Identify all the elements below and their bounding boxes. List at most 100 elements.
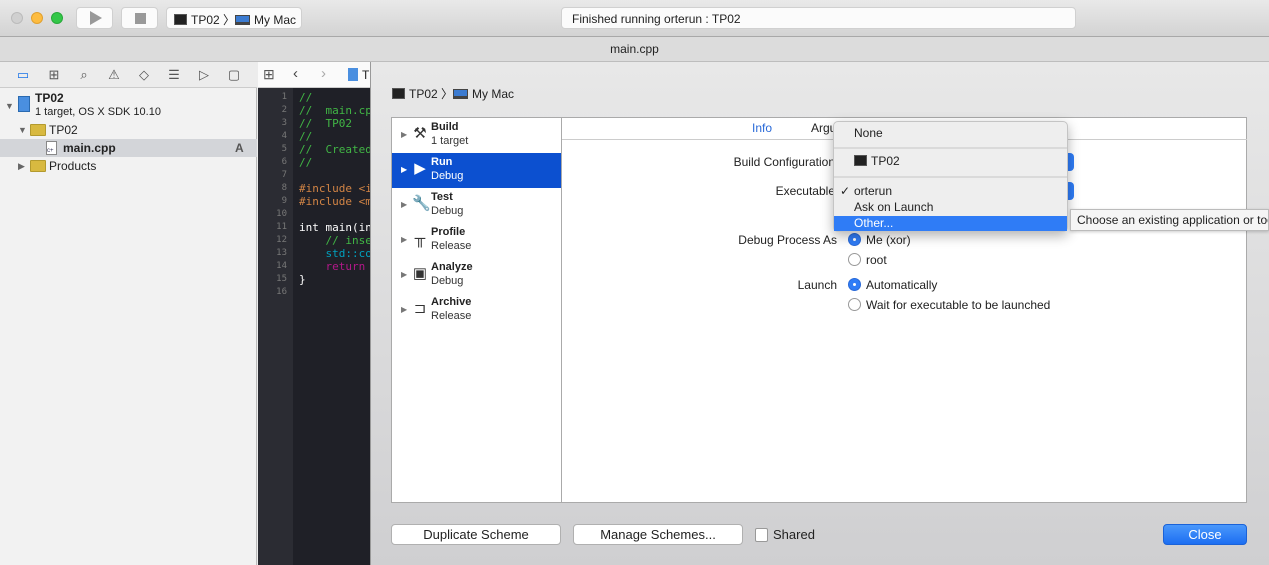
scheme-selector[interactable]: TP02 〉 My Mac [166,7,302,29]
line-number: 2 [281,105,287,115]
related-items-icon[interactable]: ⊞ [263,66,275,83]
scheme-action-list: ▶ ⚒ Build 1 target ▶ ▶ Run Debug ▶ 🔧 Test Debug ▶ ╥ Pr… [391,117,562,503]
back-icon[interactable]: ‹ [293,65,298,82]
scheme-action-analyze[interactable]: ▶ ▣ Analyze Debug [392,258,561,293]
disclosure-closed-icon[interactable]: ▶ [401,130,407,139]
stop-icon [135,13,146,24]
hierarchy-icon[interactable]: ⊞ [45,66,63,84]
action-subtitle: Release [431,310,472,322]
report-icon[interactable]: ▢ [225,66,243,84]
code-line: std::co [299,247,370,260]
scheme-action-archive[interactable]: ▶ ⊐ Archive Release [392,293,561,328]
launch-label: Launch [797,278,837,292]
radio-wait[interactable] [848,298,861,311]
action-name: Archive [431,296,472,308]
line-number: 13 [276,248,287,258]
action-name: Run [431,156,453,168]
tab-info[interactable]: Info [752,121,772,135]
jump-bar-item[interactable]: T [362,68,369,82]
line-number: 7 [281,170,287,180]
mac-icon [453,89,469,99]
test-icon[interactable]: ◇ [135,66,153,84]
code-line: // main.cp [299,104,370,117]
tooltip: Choose an existing application or tool [1070,209,1269,231]
menu-item-other[interactable]: Other... [834,216,1067,231]
line-number: 4 [281,131,287,141]
stop-button[interactable] [121,7,158,29]
radio-root[interactable] [848,253,861,266]
debug-icon[interactable]: ☰ [165,66,183,84]
warning-icon[interactable]: ⚠ [105,66,123,84]
action-name: Build [431,121,459,133]
instruments-icon: ╥ [414,230,426,247]
action-subtitle: Debug [431,170,464,182]
group-row[interactable]: ▼ TP02 [0,121,257,139]
action-subtitle: Debug [431,275,464,287]
manage-schemes-button[interactable]: Manage Schemes... [573,524,743,545]
line-number: 3 [281,118,287,128]
menu-item-ask-on-launch[interactable]: Ask on Launch [834,200,1067,215]
line-number: 12 [276,235,287,245]
code-line: // [299,156,313,169]
radio-automatically[interactable] [848,278,861,291]
menu-item-target[interactable]: TP02 [834,154,1067,169]
menu-separator [834,147,1067,149]
duplicate-scheme-button[interactable]: Duplicate Scheme [391,524,561,545]
menu-separator [834,176,1067,178]
line-number: 6 [281,157,287,167]
line-number: 15 [276,274,287,284]
code-editor[interactable]: //// main.cp// TP02//// Created//#includ… [293,88,370,565]
action-subtitle: Release [431,240,472,252]
disclosure-closed-icon[interactable]: ▶ [401,200,407,209]
disclosure-closed-icon[interactable]: ▶ [18,157,25,175]
close-button[interactable]: Close [1163,524,1247,545]
run-button[interactable] [76,7,113,29]
hammer-icon: ⚒ [413,125,427,142]
disclosure-open-icon[interactable]: ▼ [5,97,14,115]
radio-wait-label: Wait for executable to be launched [866,298,1051,312]
disclosure-closed-icon[interactable]: ▶ [401,235,407,244]
code-line: // [299,130,313,143]
zoom-window-button[interactable] [51,12,63,24]
shared-checkbox[interactable] [755,528,768,542]
line-number: 9 [281,196,287,206]
search-icon[interactable]: ⌕ [75,66,93,84]
play-icon: ▶ [414,160,426,177]
navigator-toolbar [0,62,257,88]
radio-me[interactable] [848,233,861,246]
group-row[interactable]: ▶ Products [0,157,257,175]
minimize-window-button[interactable] [31,12,43,24]
project-icon [348,68,358,81]
disclosure-closed-icon[interactable]: ▶ [401,165,407,174]
disclosure-open-icon[interactable]: ▼ [18,121,27,139]
close-window-button[interactable] [11,12,23,24]
wrench-icon: 🔧 [412,195,431,212]
editor-tab[interactable]: main.cpp [0,37,1269,62]
line-number: 10 [276,209,287,219]
line-number: 8 [281,183,287,193]
project-row[interactable]: ▼ TP02 1 target, OS X SDK 10.10 [0,91,257,123]
scheme-action-test[interactable]: ▶ 🔧 Test Debug [392,188,561,223]
scheme-breadcrumb[interactable]: TP02 〉 My Mac [392,85,514,102]
folder-icon [30,160,46,172]
menu-item-none[interactable]: None [834,126,1067,141]
code-line: // TP02 [299,117,352,130]
action-subtitle: 1 target [431,135,469,147]
disclosure-closed-icon[interactable]: ▶ [401,270,407,279]
scheme-action-build[interactable]: ▶ ⚒ Build 1 target [392,118,561,153]
debug-process-as-label: Debug Process As [738,233,837,247]
line-number: 14 [276,261,287,271]
action-name: Analyze [431,261,473,273]
forward-icon[interactable]: › [321,65,326,82]
scheme-action-run[interactable]: ▶ ▶ Run Debug [392,153,561,188]
line-number: 1 [281,92,287,102]
menu-item-orterun[interactable]: ✓ orterun [834,184,1067,199]
disclosure-closed-icon[interactable]: ▶ [401,305,407,314]
breakpoint-icon[interactable]: ▷ [195,66,213,84]
code-line: // [299,91,313,104]
folder-icon[interactable]: ▭ [14,66,32,84]
file-row-selected[interactable]: c+ main.cpp A [0,139,257,157]
line-number: 16 [276,287,287,297]
shared-label: Shared [773,527,815,542]
scheme-action-profile[interactable]: ▶ ╥ Profile Release [392,223,561,258]
